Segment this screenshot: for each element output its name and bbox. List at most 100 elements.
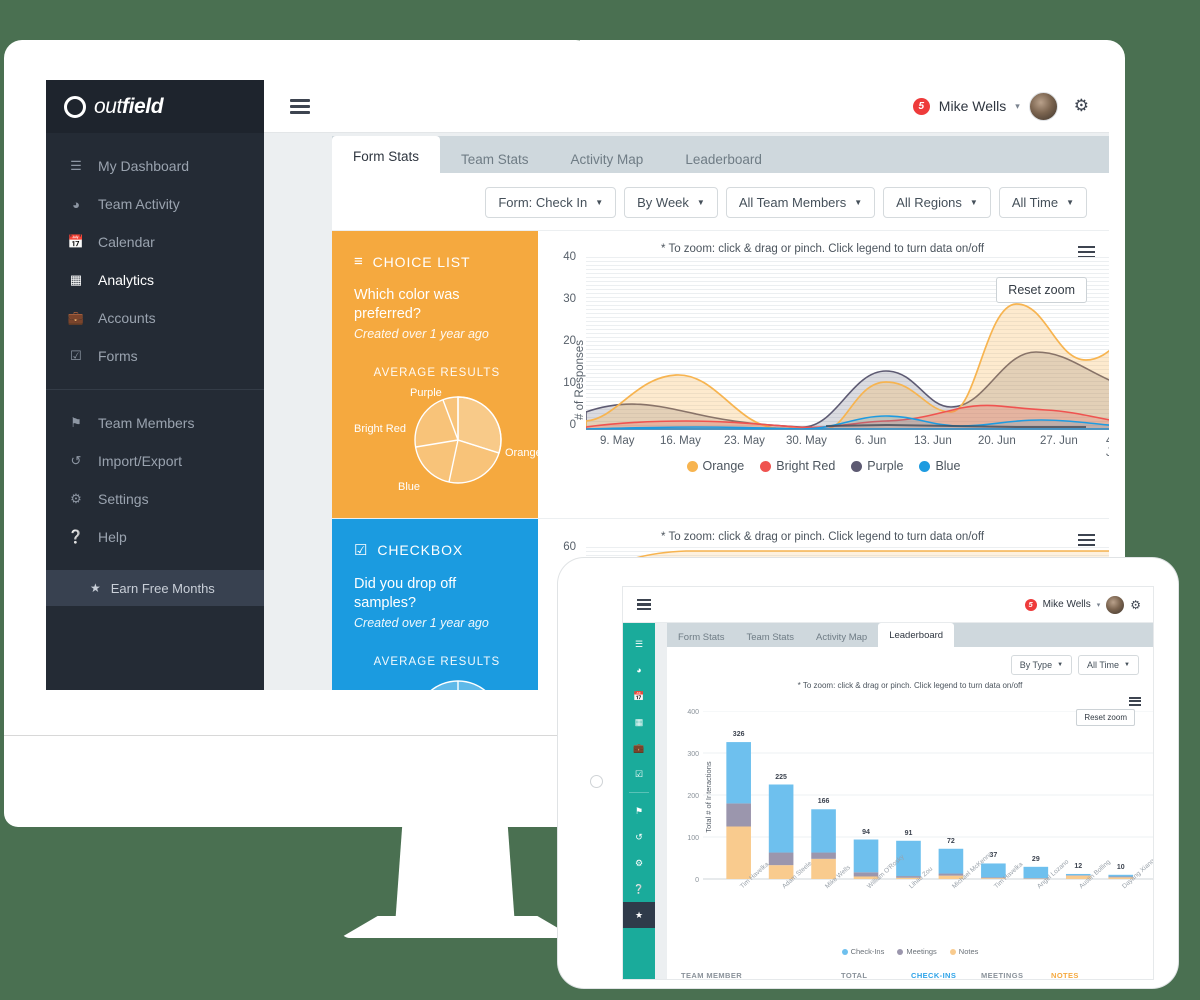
legend-item-orange[interactable]: Orange	[686, 459, 744, 473]
chart-menu-icon[interactable]	[1129, 695, 1141, 708]
bar-segment[interactable]	[768, 852, 794, 866]
y-tick: 40	[563, 251, 576, 263]
y-tick: 30	[563, 293, 576, 305]
legend-item-bright-red[interactable]: Bright Red	[760, 459, 835, 473]
gear-icon[interactable]: ⚙	[1130, 598, 1141, 612]
tab-activity-map[interactable]: Activity Map	[805, 627, 878, 647]
tablet-sidebar-divider	[629, 792, 649, 793]
sidebar-item-analytics[interactable]: ▦ Analytics	[46, 261, 264, 299]
tab-activity-map[interactable]: Activity Map	[550, 142, 665, 176]
brand-logo[interactable]: outfield	[46, 80, 264, 133]
notification-badge[interactable]: 5	[912, 97, 930, 115]
bar-segment[interactable]	[726, 803, 751, 827]
bar-segment[interactable]	[768, 784, 794, 853]
tablet-panel: By Type ▼ All Time ▼ * To zoom: click & dr…	[667, 647, 1153, 979]
flag-icon[interactable]: ⚑	[623, 798, 655, 824]
sidebar-item-accounts[interactable]: 💼 Accounts	[46, 299, 264, 337]
filter-form[interactable]: Form: Check In ▼	[485, 187, 617, 218]
filter-interval[interactable]: By Week ▼	[624, 187, 718, 218]
bar-segment[interactable]	[726, 826, 751, 880]
tab-form-stats[interactable]: Form Stats	[332, 136, 441, 176]
column-header-notes[interactable]: NOTES	[1051, 971, 1111, 979]
x-tick: 23. May	[724, 435, 765, 447]
legend-item-meetings[interactable]: Meetings	[897, 947, 937, 956]
average-results-label: AVERAGE RESULTS	[373, 655, 501, 668]
check-square-icon[interactable]: ☑	[623, 761, 655, 787]
gear-icon[interactable]: ⚙	[1074, 96, 1089, 116]
tablet-home-button[interactable]	[590, 775, 603, 788]
user-name-label[interactable]: Mike Wells	[1043, 599, 1091, 610]
refresh-icon[interactable]: ↺	[623, 824, 655, 850]
sidebar-item-team-activity[interactable]: ◕ Team Activity	[46, 185, 264, 223]
avatar[interactable]	[1028, 91, 1058, 121]
chevron-down-icon[interactable]: ▾	[1015, 101, 1020, 112]
bar-value-label: 94	[862, 828, 870, 836]
legend-dot	[851, 460, 863, 472]
sidebar-item-settings[interactable]: ⚙ Settings	[46, 480, 264, 518]
dashboard-icon[interactable]: ☰	[623, 631, 655, 657]
sidebar-item-team-members[interactable]: ⚑ Team Members	[46, 404, 264, 442]
chevron-down-icon: ▼	[1057, 662, 1064, 668]
hamburger-icon[interactable]	[637, 597, 651, 613]
tablet-filter-bar: By Type ▼ All Time ▼	[667, 647, 1153, 681]
sidebar-item-forms[interactable]: ☑ Forms	[46, 337, 264, 375]
hamburger-icon[interactable]	[290, 96, 310, 117]
gear-icon[interactable]: ⚙	[623, 850, 655, 876]
tab-team-stats[interactable]: Team Stats	[440, 142, 550, 176]
calendar-icon: 📅	[67, 234, 85, 249]
legend-label: Bright Red	[776, 459, 836, 473]
filter-all-time[interactable]: All Time ▼	[1078, 655, 1139, 675]
tablet-screen: 5 Mike Wells ▾ ⚙ ☰ ◕ 📅 ▦ 💼 ☑ ⚑ ↺ ⚙ ❔ ★ F…	[622, 586, 1154, 980]
x-tick: 27. Jun	[1040, 435, 1078, 447]
question-circle-icon[interactable]: ❔	[623, 876, 655, 902]
sidebar-item-earn-free-months[interactable]: ★ Earn Free Months	[46, 570, 264, 606]
bar-segment[interactable]	[938, 848, 964, 874]
calendar-icon[interactable]: 📅	[623, 683, 655, 709]
sidebar-item-label: Forms	[98, 348, 138, 364]
sidebar-item-my-dashboard[interactable]: ☰ My Dashboard	[46, 147, 264, 185]
bar-segment[interactable]	[1065, 873, 1091, 876]
user-name-label[interactable]: Mike Wells	[939, 98, 1006, 114]
bar-segment[interactable]	[938, 873, 964, 876]
legend-item-purple[interactable]: Purple	[851, 459, 903, 473]
pie-label-blue: Blue	[398, 480, 421, 493]
tab-leaderboard[interactable]: Leaderboard	[664, 142, 783, 176]
chevron-down-icon[interactable]: ▾	[1097, 601, 1101, 609]
filter-by-type[interactable]: By Type ▼	[1010, 655, 1073, 675]
legend-item-notes[interactable]: Notes	[949, 947, 978, 956]
reset-zoom-button[interactable]: Reset zoom	[1076, 709, 1135, 726]
legend-dot	[841, 948, 848, 955]
x-tick: 16. May	[660, 435, 701, 447]
y-tick: 400	[687, 709, 699, 716]
bar-segment[interactable]	[726, 742, 751, 804]
sidebar-item-help[interactable]: ❔ Help	[46, 518, 264, 556]
column-header-meetings[interactable]: MEETINGS	[981, 971, 1051, 979]
tab-leaderboard[interactable]: Leaderboard	[878, 623, 955, 647]
filter-time[interactable]: All Time ▼	[998, 187, 1087, 218]
bar-segment[interactable]	[811, 809, 836, 853]
sidebar-item-calendar[interactable]: 📅 Calendar	[46, 223, 264, 261]
tablet-chart-hint: * To zoom: click & drag or pinch. Click …	[797, 681, 1023, 690]
x-tick: 9. May	[600, 435, 635, 447]
bar-segment[interactable]	[853, 839, 879, 873]
filter-label: All Regions	[896, 195, 962, 210]
bar-chart-icon[interactable]: ▦	[623, 709, 655, 735]
bar-segment[interactable]	[811, 852, 836, 859]
legend-item-check-ins[interactable]: Check-Ins	[841, 947, 884, 956]
sidebar-item-label: Earn Free Months	[110, 580, 215, 596]
briefcase-icon[interactable]: 💼	[623, 735, 655, 761]
chart-menu-icon[interactable]	[1078, 531, 1095, 549]
tab-form-stats[interactable]: Form Stats	[667, 627, 735, 647]
speedometer-icon[interactable]: ◕	[623, 657, 655, 683]
list-icon: ≡	[354, 253, 364, 270]
legend-item-blue[interactable]: Blue	[919, 459, 960, 473]
sidebar-item-import-export[interactable]: ↺ Import/Export	[46, 442, 264, 480]
star-icon[interactable]: ★	[623, 902, 655, 928]
filter-regions[interactable]: All Regions ▼	[883, 187, 991, 218]
avatar[interactable]	[1106, 595, 1125, 614]
filter-team-members[interactable]: All Team Members ▼	[725, 187, 876, 218]
tab-team-stats[interactable]: Team Stats	[735, 627, 805, 647]
column-header-check-ins[interactable]: CHECK-INS	[911, 971, 981, 979]
notification-badge[interactable]: 5	[1024, 598, 1037, 611]
reset-zoom-button[interactable]: Reset zoom	[996, 277, 1087, 303]
